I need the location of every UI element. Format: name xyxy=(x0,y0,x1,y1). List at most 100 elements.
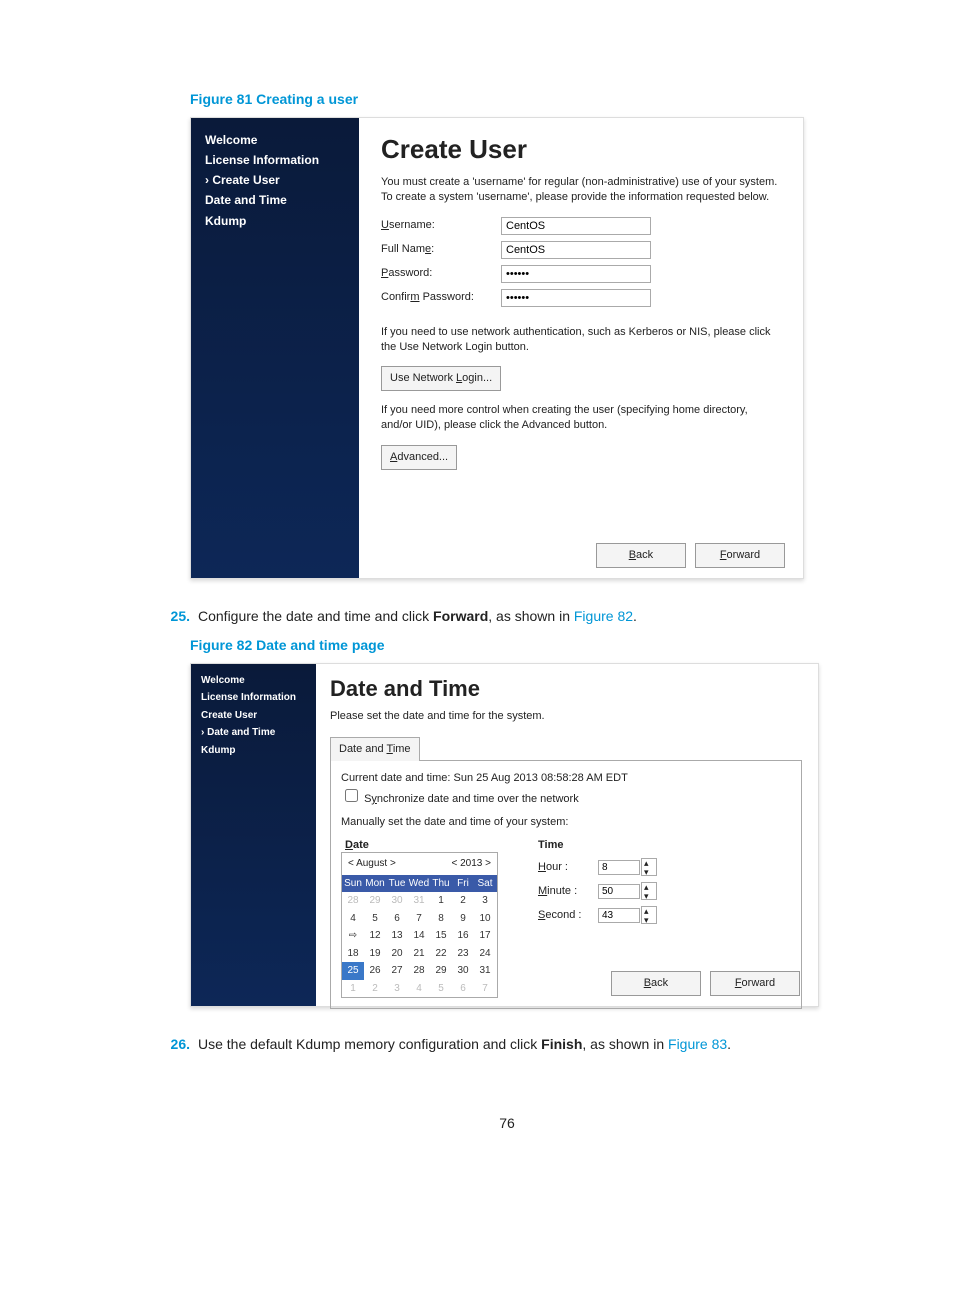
calendar-day[interactable]: 7 xyxy=(408,910,430,928)
calendar-day[interactable]: 10 xyxy=(474,910,496,928)
calendar-day[interactable]: 13 xyxy=(386,927,408,945)
back-button[interactable]: Back xyxy=(596,543,686,568)
calendar-day[interactable]: 22 xyxy=(430,945,452,963)
calendar-day[interactable]: 29 xyxy=(364,892,386,910)
calendar-day[interactable]: 7 xyxy=(474,980,496,998)
back-button[interactable]: Back xyxy=(611,971,701,996)
step-26-text: Use the default Kdump memory configurati… xyxy=(198,1035,854,1054)
network-auth-text: If you need to use network authenticatio… xyxy=(381,325,781,355)
calendar-day[interactable]: 30 xyxy=(452,962,474,980)
step-number-26: 26. xyxy=(160,1035,190,1054)
month-picker[interactable]: < August > xyxy=(348,857,396,871)
sidebar-item[interactable]: Create User xyxy=(205,172,345,188)
figure-81-screenshot: Welcome License Information Create User Dat… xyxy=(190,117,804,579)
calendar-day[interactable]: 14 xyxy=(408,927,430,945)
second-input[interactable] xyxy=(598,908,640,923)
date-time-tab[interactable]: Date and Time xyxy=(330,737,420,761)
page-number: 76 xyxy=(160,1114,854,1133)
advanced-text: If you need more control when creating t… xyxy=(381,403,781,433)
calendar-day[interactable]: 4 xyxy=(408,980,430,998)
sidebar-item[interactable]: Kdump xyxy=(201,744,306,758)
calendar-day[interactable]: ⇨ xyxy=(342,927,364,945)
figure-82-caption: Figure 82 Date and time page xyxy=(190,636,854,655)
fullname-input[interactable] xyxy=(501,241,651,259)
calendar-day[interactable]: 25 xyxy=(342,962,364,980)
advanced-button[interactable]: Advanced... xyxy=(381,445,457,470)
calendar-day[interactable]: 17 xyxy=(474,927,496,945)
forward-button[interactable]: Forward xyxy=(695,543,785,568)
calendar-day[interactable]: 31 xyxy=(474,962,496,980)
username-input[interactable] xyxy=(501,217,651,235)
second-label: Second : xyxy=(538,908,598,923)
calendar[interactable]: < August > < 2013 > SunMonTueWedThuFriSa… xyxy=(341,852,498,998)
minute-spinner[interactable] xyxy=(641,882,657,900)
year-picker[interactable]: < 2013 > xyxy=(452,857,492,871)
password-label: Password: xyxy=(381,266,501,281)
calendar-day[interactable]: 8 xyxy=(430,910,452,928)
fullname-label: Full Name: xyxy=(381,242,501,257)
confirm-password-label: Confirm Password: xyxy=(381,290,501,305)
sidebar-item[interactable]: Kdump xyxy=(205,213,345,229)
step-number-25: 25. xyxy=(160,607,190,626)
calendar-day[interactable]: 31 xyxy=(408,892,430,910)
time-heading: Time xyxy=(538,838,657,853)
calendar-day[interactable]: 15 xyxy=(430,927,452,945)
second-spinner[interactable] xyxy=(641,906,657,924)
figure-83-link[interactable]: Figure 83 xyxy=(668,1036,727,1052)
minute-input[interactable] xyxy=(598,884,640,899)
calendar-day[interactable]: 19 xyxy=(364,945,386,963)
sidebar: Welcome License Information Create User Dat… xyxy=(191,118,359,578)
figure-81-caption: Figure 81 Creating a user xyxy=(190,90,854,109)
sidebar-item[interactable]: Welcome xyxy=(205,132,345,148)
calendar-day[interactable]: 28 xyxy=(408,962,430,980)
calendar-day[interactable]: 30 xyxy=(386,892,408,910)
calendar-day[interactable]: 5 xyxy=(430,980,452,998)
calendar-day[interactable]: 1 xyxy=(342,980,364,998)
calendar-day[interactable]: 24 xyxy=(474,945,496,963)
calendar-day[interactable]: 26 xyxy=(364,962,386,980)
calendar-day[interactable]: 21 xyxy=(408,945,430,963)
calendar-day[interactable]: 6 xyxy=(452,980,474,998)
figure-82-screenshot: Welcome License Information Create User Dat… xyxy=(190,663,819,1007)
calendar-day[interactable]: 2 xyxy=(452,892,474,910)
confirm-password-input[interactable] xyxy=(501,289,651,307)
calendar-day[interactable]: 9 xyxy=(452,910,474,928)
calendar-day[interactable]: 5 xyxy=(364,910,386,928)
calendar-day[interactable]: 18 xyxy=(342,945,364,963)
sidebar-item[interactable]: Date and Time xyxy=(201,726,306,740)
calendar-day[interactable]: 23 xyxy=(452,945,474,963)
sync-label: Synchronize date and time over the netwo… xyxy=(364,793,579,805)
calendar-day[interactable]: 12 xyxy=(364,927,386,945)
current-datetime: Current date and time: Sun 25 Aug 2013 0… xyxy=(341,771,791,786)
sidebar-item[interactable]: License Information xyxy=(205,152,345,168)
password-input[interactable] xyxy=(501,265,651,283)
calendar-day[interactable]: 29 xyxy=(430,962,452,980)
figure-82-link[interactable]: Figure 82 xyxy=(574,608,633,624)
date-heading: Date xyxy=(345,838,498,853)
manual-label: Manually set the date and time of your s… xyxy=(341,815,791,830)
sidebar: Welcome License Information Create User Dat… xyxy=(191,664,316,1006)
calendar-day[interactable]: 27 xyxy=(386,962,408,980)
calendar-day[interactable]: 20 xyxy=(386,945,408,963)
step-25-text: Configure the date and time and click Fo… xyxy=(198,607,854,626)
sidebar-item[interactable]: Date and Time xyxy=(205,192,345,208)
calendar-day[interactable]: 1 xyxy=(430,892,452,910)
calendar-day[interactable]: 28 xyxy=(342,892,364,910)
hour-spinner[interactable] xyxy=(641,858,657,876)
calendar-day[interactable]: 6 xyxy=(386,910,408,928)
calendar-day[interactable]: 2 xyxy=(364,980,386,998)
sidebar-item[interactable]: License Information xyxy=(201,691,306,705)
sidebar-item[interactable]: Welcome xyxy=(201,674,306,688)
intro-text: Please set the date and time for the sys… xyxy=(330,709,802,724)
calendar-day[interactable]: 4 xyxy=(342,910,364,928)
intro-text: You must create a 'username' for regular… xyxy=(381,175,781,205)
sync-checkbox[interactable] xyxy=(345,789,358,802)
page-title: Date and Time xyxy=(330,674,802,704)
calendar-day[interactable]: 16 xyxy=(452,927,474,945)
sidebar-item[interactable]: Create User xyxy=(201,709,306,723)
hour-input[interactable] xyxy=(598,860,640,875)
calendar-day[interactable]: 3 xyxy=(386,980,408,998)
use-network-login-button[interactable]: Use Network Login... xyxy=(381,366,501,391)
calendar-day[interactable]: 3 xyxy=(474,892,496,910)
forward-button[interactable]: Forward xyxy=(710,971,800,996)
